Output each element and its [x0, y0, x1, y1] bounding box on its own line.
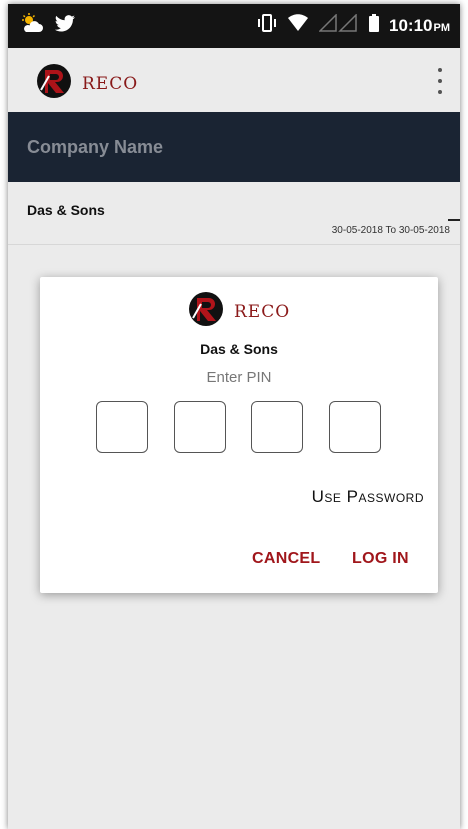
clock-ampm: PM [433, 21, 451, 34]
dialog-logo: RECO [188, 291, 290, 332]
clock-time: 10:10 [389, 15, 433, 35]
pin-digit-4[interactable] [329, 401, 381, 453]
dialog-logo-text: RECO [234, 301, 291, 322]
pin-digit-2[interactable] [174, 401, 226, 453]
wifi-icon [287, 14, 309, 37]
pin-digit-1[interactable] [96, 401, 148, 453]
reco-logo-icon [188, 291, 224, 332]
vibrate-icon [257, 14, 277, 37]
status-bar: 10:10PM [8, 4, 460, 48]
pin-dialog: RECO Das & Sons Enter PIN Use Password C… [40, 277, 438, 593]
login-button[interactable]: LOG IN [352, 550, 409, 568]
dialog-company-name: Das & Sons [200, 341, 278, 357]
status-left [20, 13, 76, 40]
twitter-icon [54, 15, 76, 38]
status-right: 10:10PM [257, 13, 450, 37]
clock: 10:10PM [389, 16, 450, 36]
signal-icon [318, 13, 359, 37]
cancel-button[interactable]: CANCEL [252, 550, 320, 568]
pin-label: Enter PIN [206, 369, 272, 386]
pin-digit-3[interactable] [251, 401, 303, 453]
use-password-link[interactable]: Use Password [312, 487, 424, 507]
app-frame: 10:10PM RECO Company Name Das & Sons 30-… [8, 4, 460, 829]
weather-icon [20, 13, 46, 40]
battery-icon [369, 14, 380, 37]
